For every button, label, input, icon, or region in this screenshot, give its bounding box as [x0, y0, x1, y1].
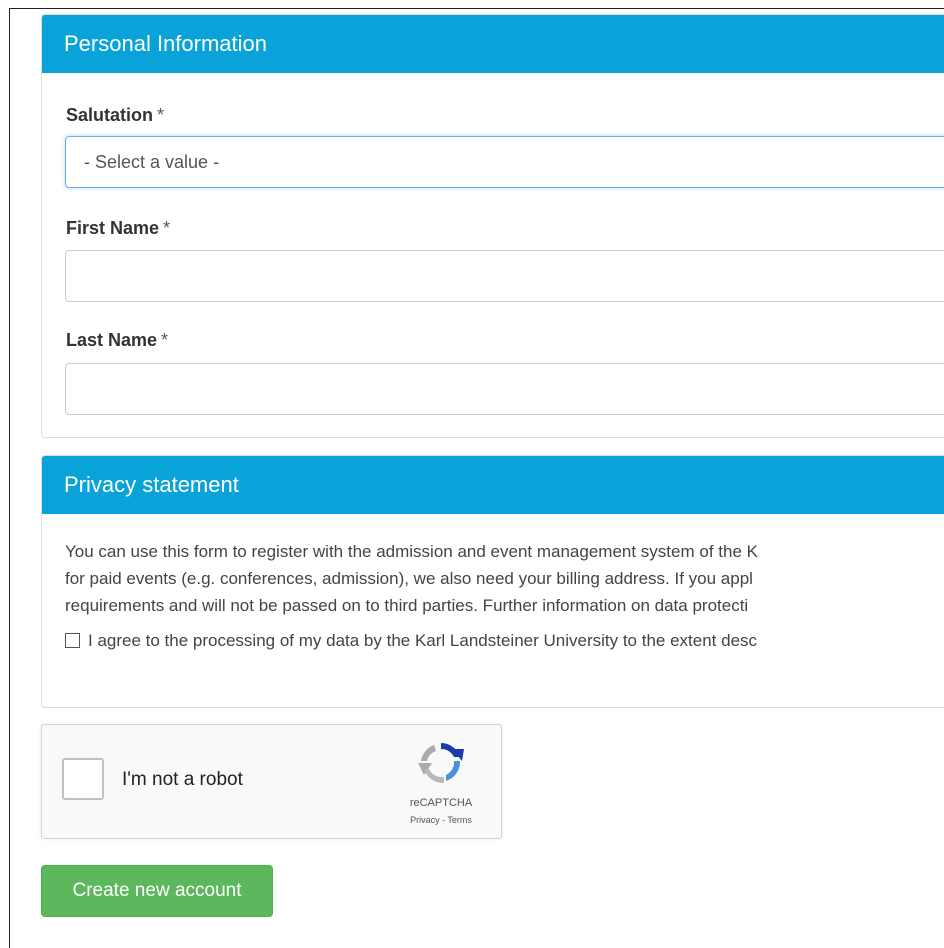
required-marker: *: [161, 330, 169, 350]
agree-label: I agree to the processing of my data by …: [88, 631, 758, 650]
recaptcha-logo-icon: [418, 743, 464, 784]
privacy-line-3: requirements and will not be passed on t…: [65, 596, 749, 615]
create-account-button[interactable]: Create new account: [41, 865, 273, 917]
agree-row[interactable]: I agree to the processing of my data by …: [65, 631, 757, 651]
salutation-label: Salutation *: [66, 105, 164, 126]
last-name-label-text: Last Name: [66, 330, 158, 350]
salutation-label-text: Salutation: [66, 105, 154, 125]
first-name-label-text: First Name: [66, 218, 160, 238]
recaptcha-label: I'm not a robot: [122, 769, 243, 790]
last-name-input[interactable]: [65, 363, 944, 415]
last-name-label: Last Name *: [66, 330, 168, 351]
recaptcha-brand: reCAPTCHA: [409, 797, 473, 809]
recaptcha-widget: I'm not a robot reCAPTCHA Privacy - Term…: [41, 724, 502, 839]
salutation-selected-value: - Select a value -: [84, 152, 220, 172]
privacy-line-1: You can use this form to register with t…: [65, 542, 758, 561]
recaptcha-checkbox[interactable]: [62, 758, 104, 800]
first-name-label: First Name *: [66, 218, 170, 239]
agree-checkbox[interactable]: [65, 633, 80, 648]
privacy-text: You can use this form to register with t…: [65, 538, 944, 619]
salutation-select[interactable]: - Select a value -: [65, 136, 944, 188]
recaptcha-links[interactable]: Privacy - Terms: [382, 815, 500, 825]
personal-info-heading: Personal Information: [42, 15, 944, 73]
required-marker: *: [157, 105, 165, 125]
personal-info-panel: Personal Information Salutation * - Selec…: [41, 14, 944, 438]
privacy-panel: Privacy statement You can use this form …: [41, 455, 944, 708]
first-name-input[interactable]: [65, 250, 944, 302]
privacy-line-2: for paid events (e.g. conferences, admis…: [65, 569, 753, 588]
privacy-heading: Privacy statement: [42, 456, 944, 514]
required-marker: *: [163, 218, 171, 238]
